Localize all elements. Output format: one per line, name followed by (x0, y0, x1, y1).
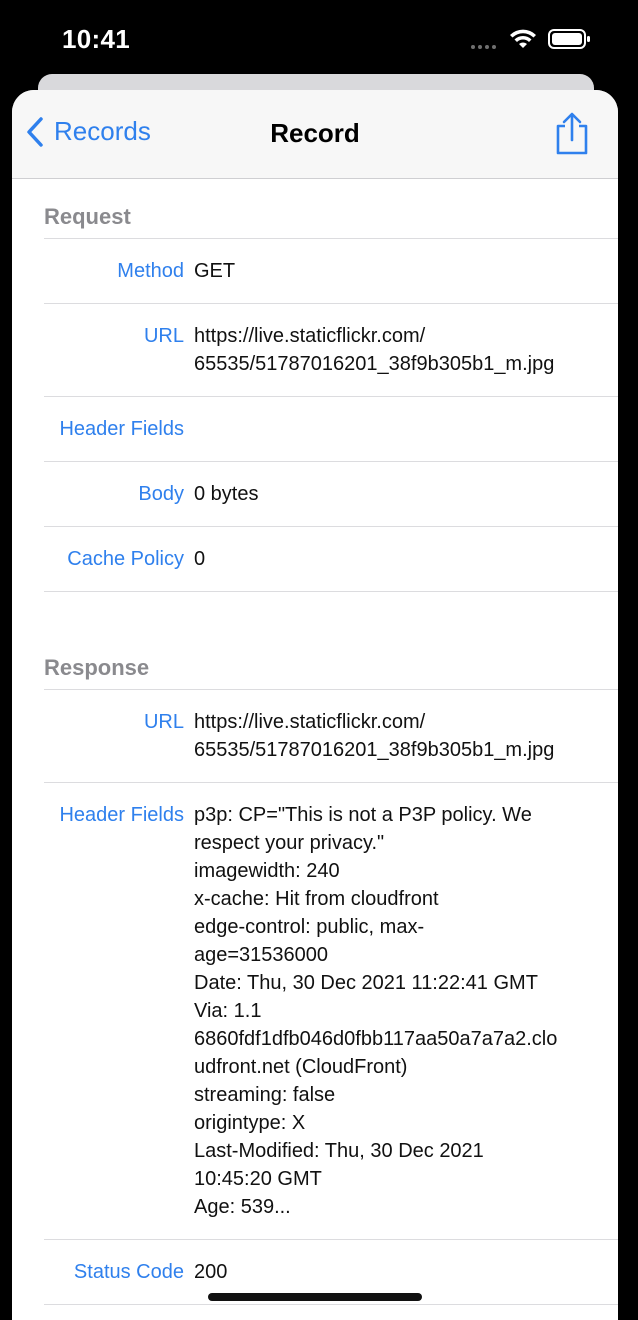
value-line: p3p: CP="This is not a P3P policy. We (194, 804, 532, 826)
value-line: Via: 1.1 (194, 1000, 262, 1022)
record-content: Request Method GET URL https://live.stat… (12, 179, 618, 1305)
request-section-header: Request (44, 179, 618, 239)
row-label: Method (117, 260, 184, 282)
status-time: 10:41 (62, 24, 130, 54)
row-value: 0 bytes (194, 480, 584, 508)
row-label: Header Fields (59, 418, 184, 440)
device-screen: 10:41 Records Record Request Method GET … (0, 0, 638, 1320)
home-indicator[interactable] (208, 1293, 422, 1301)
value-line: 65535/51787016201_38f9b305b1_m.jpg (194, 353, 555, 375)
navigation-bar: Records Record (12, 90, 618, 179)
battery-icon (548, 29, 590, 49)
status-bar: 10:41 (0, 0, 638, 80)
cellular-signal-icon (471, 29, 496, 49)
row-value (194, 415, 584, 443)
row-value: https://live.staticflickr.com/ 65535/517… (194, 708, 584, 764)
value-line: 0 (194, 548, 206, 570)
value-line: udfront.net (CloudFront) (194, 1056, 408, 1078)
request-cache-policy-row: Cache Policy 0 (44, 527, 618, 592)
value-line: 10:45:20 GMT (194, 1168, 322, 1190)
record-sheet: Records Record Request Method GET URL ht… (12, 90, 618, 1320)
share-icon (556, 112, 588, 155)
value-line: 0 bytes (194, 483, 259, 505)
request-body-row: Body 0 bytes (44, 462, 618, 527)
value-line: Age: 539... (194, 1196, 291, 1218)
value-line: https://live.staticflickr.com/ (194, 711, 426, 733)
request-url-row: URL https://live.staticflickr.com/ 65535… (44, 304, 618, 397)
request-method-row: Method GET (44, 239, 618, 304)
row-label: Body (138, 483, 184, 505)
value-line: https://live.staticflickr.com/ (194, 325, 426, 347)
request-header-fields-row: Header Fields (44, 397, 618, 462)
value-line: Last-Modified: Thu, 30 Dec 2021 (194, 1140, 484, 1162)
response-header-fields-row: Header Fields p3p: CP="This is not a P3P… (44, 783, 618, 1240)
row-label: Status Code (73, 1261, 184, 1283)
value-line: origintype: X (194, 1112, 306, 1134)
back-button[interactable]: Records (26, 116, 151, 147)
value-line: 65535/51787016201_38f9b305b1_m.jpg (194, 739, 555, 761)
wifi-icon (510, 29, 536, 48)
share-button[interactable] (552, 112, 592, 156)
value-line: GET (194, 260, 236, 282)
response-section-header: Response (44, 630, 618, 690)
row-label: URL (143, 325, 184, 347)
row-label: URL (143, 711, 184, 733)
value-line: Date: Thu, 30 Dec 2021 11:22:41 GMT (194, 972, 538, 994)
value-line: 6860fdf1dfb046d0fbb117aa50a7a7a2.clo (194, 1028, 558, 1050)
row-value: https://live.staticflickr.com/ 65535/517… (194, 322, 584, 378)
back-button-label: Records (54, 116, 151, 146)
row-label: Header Fields (59, 804, 184, 826)
value-line: x-cache: Hit from cloudfront (194, 888, 439, 910)
response-url-row: URL https://live.staticflickr.com/ 65535… (44, 690, 618, 783)
chevron-left-icon (27, 116, 43, 147)
value-line: imagewidth: 240 (194, 860, 340, 882)
row-value: p3p: CP="This is not a P3P policy. We re… (194, 801, 584, 1221)
row-value: 0 (194, 545, 584, 573)
row-value: 200 (194, 1258, 584, 1286)
row-value: GET (194, 257, 584, 285)
value-line: respect your privacy." (194, 832, 385, 854)
value-line: streaming: false (194, 1084, 336, 1106)
value-line: 200 (194, 1261, 228, 1283)
value-line: edge-control: public, max- (194, 916, 425, 938)
status-icons (471, 28, 592, 50)
row-label: Cache Policy (67, 548, 184, 570)
value-line: age=31536000 (194, 944, 329, 966)
